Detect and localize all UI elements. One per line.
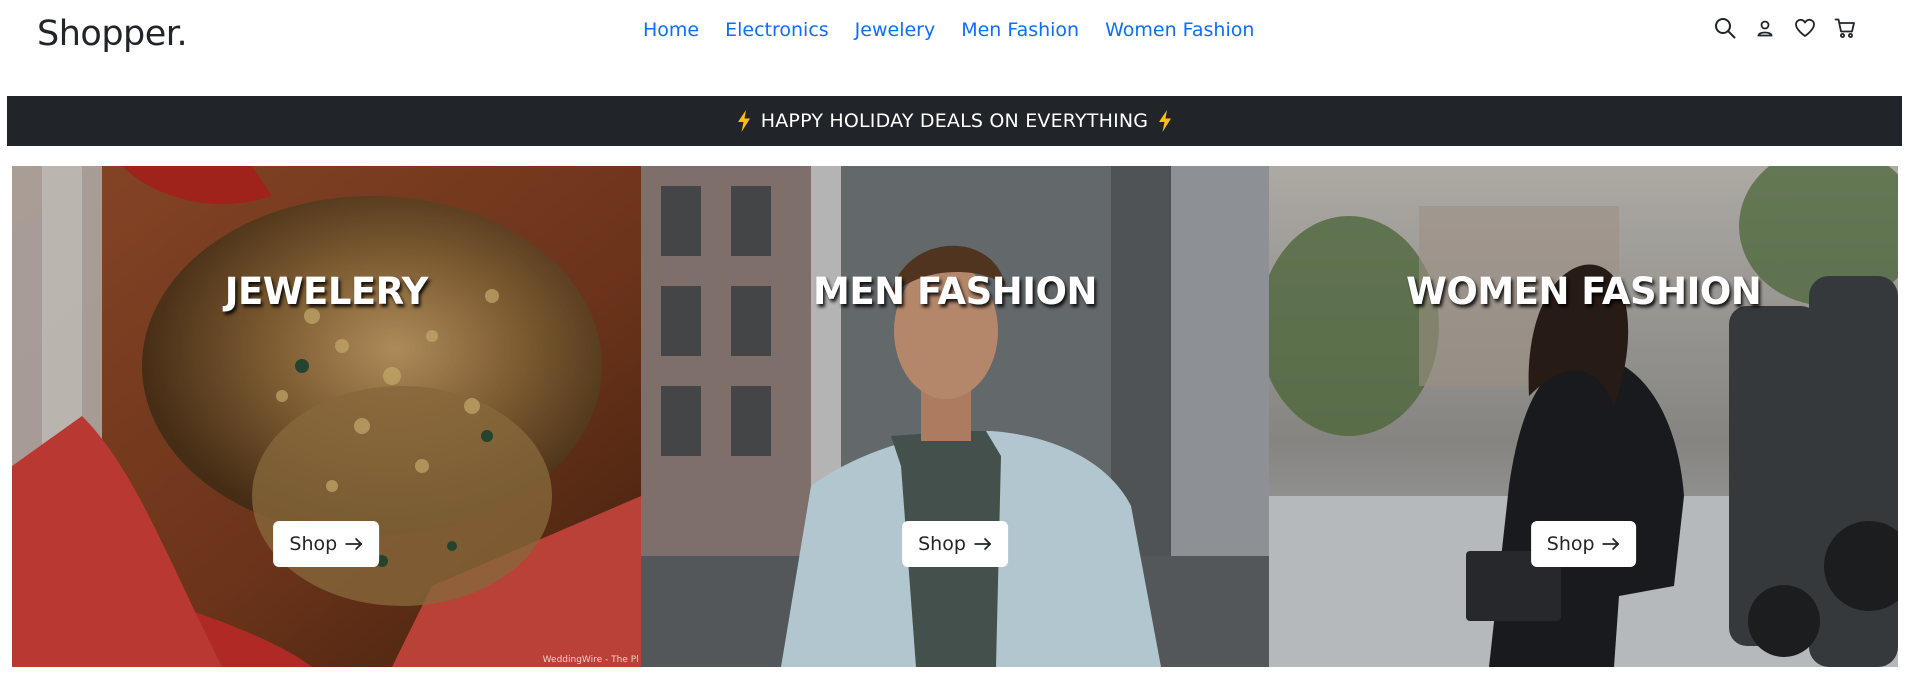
category-title: JEWELERY <box>224 270 429 313</box>
shop-button[interactable]: Shop <box>1530 521 1637 567</box>
promo-text: HAPPY HOLIDAY DEALS ON EVERYTHING <box>760 110 1149 132</box>
category-card-men-fashion[interactable]: MEN FASHION Shop <box>640 166 1270 667</box>
image-caption: WeddingWire - The Pl <box>542 655 639 665</box>
cart-icon[interactable] <box>1834 16 1856 40</box>
promo-banner: HAPPY HOLIDAY DEALS ON EVERYTHING <box>7 96 1902 146</box>
jewelery-image <box>12 166 641 667</box>
lightning-icon <box>1158 110 1172 132</box>
shop-button-label: Shop <box>1546 533 1595 555</box>
category-card-women-fashion[interactable]: WOMEN FASHION Shop <box>1269 166 1899 667</box>
nav-link-jewelery[interactable]: Jewelery <box>855 18 936 42</box>
nav-link-women-fashion[interactable]: Women Fashion <box>1105 18 1254 42</box>
search-icon[interactable] <box>1714 16 1736 40</box>
category-grid: JEWELERY Shop WeddingWire - The Pl MEN F… <box>12 166 1899 667</box>
shop-button-label: Shop <box>918 533 966 555</box>
brand-logo[interactable]: Shopper. <box>37 14 188 54</box>
lightning-icon <box>737 110 751 132</box>
arrow-right-icon <box>973 538 991 550</box>
nav-icon-group <box>1714 16 1856 40</box>
heart-icon[interactable] <box>1794 16 1816 40</box>
arrow-right-icon <box>1602 538 1620 550</box>
nav-link-electronics[interactable]: Electronics <box>725 18 829 42</box>
nav-link-home[interactable]: Home <box>643 18 699 42</box>
category-card-jewelery[interactable]: JEWELERY Shop WeddingWire - The Pl <box>12 166 641 667</box>
category-title: MEN FASHION <box>813 270 1097 313</box>
shop-button[interactable]: Shop <box>273 521 380 567</box>
men-fashion-image <box>640 166 1270 667</box>
women-fashion-image <box>1269 166 1899 667</box>
navbar: Shopper. Home Electronics Jewelery Men F… <box>0 0 1909 96</box>
category-title: WOMEN FASHION <box>1406 270 1762 313</box>
user-icon[interactable] <box>1754 16 1776 40</box>
shop-button[interactable]: Shop <box>902 521 1008 567</box>
arrow-right-icon <box>345 538 363 550</box>
main-nav: Home Electronics Jewelery Men Fashion Wo… <box>643 18 1254 42</box>
nav-link-men-fashion[interactable]: Men Fashion <box>961 18 1079 42</box>
shop-button-label: Shop <box>289 533 338 555</box>
